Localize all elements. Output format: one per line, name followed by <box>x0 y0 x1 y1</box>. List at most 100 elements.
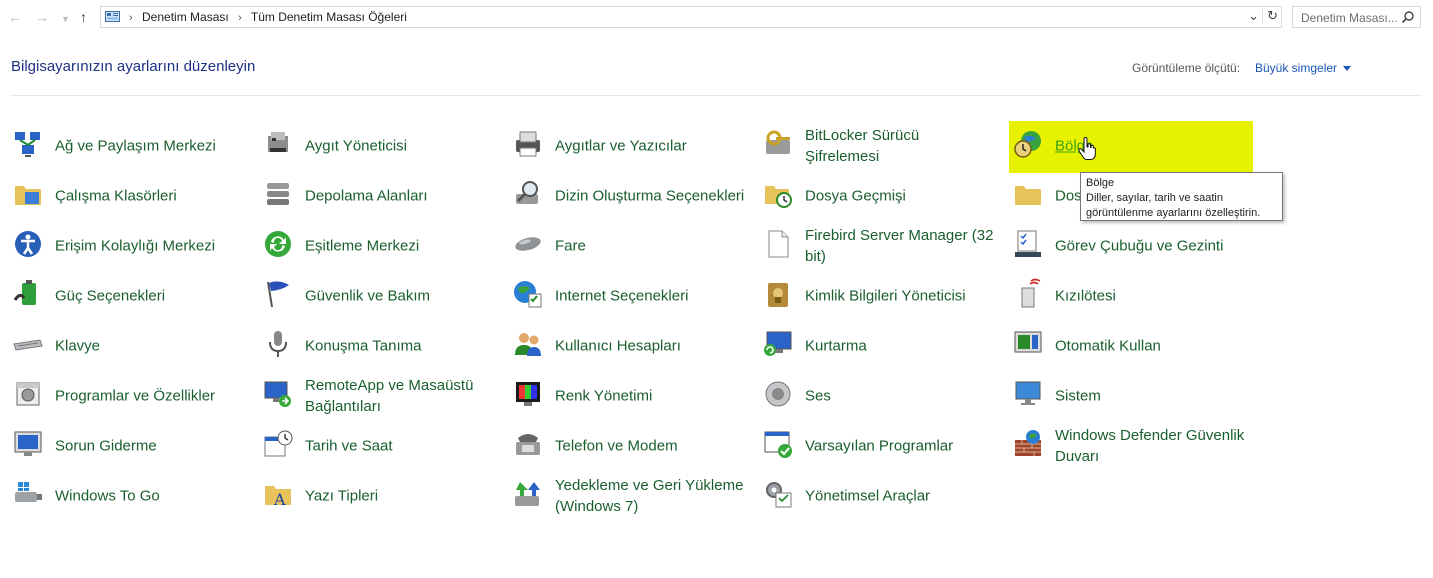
back-arrow-icon[interactable]: ← <box>8 9 22 25</box>
folder-options-icon[interactable] <box>1012 178 1044 210</box>
control-panel-item[interactable]: BitLocker Sürücü Şifrelemesi <box>762 124 1002 168</box>
control-panel-item[interactable]: Kimlik Bilgileri Yöneticisi <box>762 274 1002 318</box>
firewall-icon[interactable] <box>1012 428 1044 460</box>
control-panel-item-label[interactable]: Ağ ve Paylaşım Merkezi <box>55 136 245 157</box>
windows-to-go-icon[interactable] <box>12 478 44 510</box>
control-panel-item[interactable]: Aygıt Yöneticisi <box>262 124 502 168</box>
control-panel-item[interactable]: A Yazı Tipleri <box>262 474 502 518</box>
backup-icon[interactable] <box>512 478 544 510</box>
control-panel-item-label[interactable]: Yedekleme ve Geri Yükleme (Windows 7) <box>555 475 745 517</box>
control-panel-item[interactable]: Windows To Go <box>12 474 252 518</box>
indexing-icon[interactable] <box>512 178 544 210</box>
control-panel-item[interactable]: RemoteApp ve Masaüstü Bağlantıları <box>262 374 502 418</box>
storage-spaces-icon[interactable] <box>262 178 294 210</box>
control-panel-item-label[interactable]: Aygıtlar ve Yazıcılar <box>555 136 745 157</box>
control-panel-item-label[interactable]: Fare <box>555 236 745 257</box>
bitlocker-icon[interactable] <box>762 128 794 160</box>
control-panel-item-label[interactable]: Depolama Alanları <box>305 186 495 207</box>
control-panel-item[interactable]: Kurtarma <box>762 324 1002 368</box>
control-panel-item-label[interactable]: Erişim Kolaylığı Merkezi <box>55 236 245 257</box>
dropdown-caret-icon[interactable] <box>1343 66 1352 72</box>
control-panel-item-label[interactable]: Varsayılan Programlar <box>805 436 995 457</box>
control-panel-item-label[interactable]: Eşitleme Merkezi <box>305 236 495 257</box>
control-panel-item[interactable]: Varsayılan Programlar <box>762 424 1002 468</box>
internet-icon[interactable] <box>512 278 544 310</box>
control-panel-item[interactable]: Aygıtlar ve Yazıcılar <box>512 124 752 168</box>
control-panel-item[interactable]: Çalışma Klasörleri <box>12 174 252 218</box>
control-panel-item-label[interactable]: Otomatik Kullan <box>1055 336 1245 357</box>
infrared-icon[interactable] <box>1012 278 1044 310</box>
address-bar[interactable]: › Denetim Masası › Tüm Denetim Masası Öğ… <box>100 6 1282 28</box>
control-panel-item[interactable]: Internet Seçenekleri <box>512 274 752 318</box>
recovery-icon[interactable] <box>762 328 794 360</box>
speaker-icon[interactable] <box>762 378 794 410</box>
control-panel-item[interactable]: Klavye <box>12 324 252 368</box>
programs-icon[interactable] <box>12 378 44 410</box>
control-panel-item-label[interactable]: Kurtarma <box>805 336 995 357</box>
calendar-icon[interactable] <box>262 428 294 460</box>
recent-locations-chevron-icon[interactable]: ▼ <box>61 11 70 27</box>
control-panel-item-label[interactable]: Programlar ve Özellikler <box>55 386 245 407</box>
control-panel-item-label[interactable]: Windows To Go <box>55 486 245 507</box>
control-panel-item-label[interactable]: Tarih ve Saat <box>305 436 495 457</box>
control-panel-item-label[interactable]: Renk Yönetimi <box>555 386 745 407</box>
control-panel-item[interactable]: Görev Çubuğu ve Gezinti <box>1012 224 1252 268</box>
control-panel-item[interactable]: Firebird Server Manager (32 bit) <box>762 224 1002 268</box>
control-panel-item[interactable]: Konuşma Tanıma <box>262 324 502 368</box>
control-panel-item[interactable]: Dosya Geçmişi <box>762 174 1002 218</box>
control-panel-item[interactable]: Sistem <box>1012 374 1252 418</box>
control-panel-item-label[interactable]: Kimlik Bilgileri Yöneticisi <box>805 286 995 307</box>
color-management-icon[interactable] <box>512 378 544 410</box>
control-panel-item[interactable]: Erişim Kolaylığı Merkezi <box>12 224 252 268</box>
device-manager-icon[interactable] <box>262 128 294 160</box>
control-panel-item[interactable]: Depolama Alanları <box>262 174 502 218</box>
control-panel-item-label[interactable]: Güç Seçenekleri <box>55 286 245 307</box>
control-panel-item[interactable]: Dizin Oluşturma Seçenekleri <box>512 174 752 218</box>
control-panel-item[interactable]: Tarih ve Saat <box>262 424 502 468</box>
control-panel-item[interactable]: Sorun Giderme <box>12 424 252 468</box>
control-panel-item-label[interactable]: Firebird Server Manager (32 bit) <box>805 225 995 267</box>
control-panel-item[interactable]: Ağ ve Paylaşım Merkezi <box>12 124 252 168</box>
control-panel-item[interactable]: Windows Defender Güvenlik Duvarı <box>1012 424 1252 468</box>
work-folders-icon[interactable] <box>12 178 44 210</box>
microphone-icon[interactable] <box>262 328 294 360</box>
users-icon[interactable] <box>512 328 544 360</box>
control-panel-item-label[interactable]: Ses <box>805 386 995 407</box>
system-icon[interactable] <box>1012 378 1044 410</box>
remoteapp-icon[interactable] <box>262 378 294 410</box>
breadcrumb-separator-icon[interactable]: › <box>129 12 133 24</box>
mouse-icon[interactable] <box>512 228 544 260</box>
network-icon[interactable] <box>12 128 44 160</box>
forward-arrow-icon[interactable]: → <box>35 9 49 25</box>
control-panel-item[interactable]: Yönetimsel Araçlar <box>762 474 1002 518</box>
keyboard-icon[interactable] <box>12 328 44 360</box>
control-panel-item-label[interactable]: Telefon ve Modem <box>555 436 745 457</box>
view-by-value[interactable]: Büyük simgeler <box>1255 61 1337 75</box>
control-panel-item-label[interactable]: Kullanıcı Hesapları <box>555 336 745 357</box>
control-panel-item-label[interactable]: Sistem <box>1055 386 1245 407</box>
refresh-icon[interactable]: ↻ <box>1262 8 1278 24</box>
control-panel-item[interactable]: Programlar ve Özellikler <box>12 374 252 418</box>
control-panel-item-label[interactable]: Aygıt Yöneticisi <box>305 136 495 157</box>
region-icon[interactable] <box>1012 128 1044 160</box>
file-history-icon[interactable] <box>762 178 794 210</box>
document-icon[interactable] <box>762 228 794 260</box>
phone-icon[interactable] <box>512 428 544 460</box>
control-panel-item-label[interactable]: Klavye <box>55 336 245 357</box>
control-panel-item-label[interactable]: Dosya Geçmişi <box>805 186 995 207</box>
control-panel-item-label[interactable]: Dizin Oluşturma Seçenekleri <box>555 186 745 207</box>
search-box[interactable]: Denetim Masası... <box>1292 6 1421 28</box>
control-panel-item[interactable]: Otomatik Kullan <box>1012 324 1252 368</box>
control-panel-item[interactable]: Eşitleme Merkezi <box>262 224 502 268</box>
breadcrumb-separator-icon[interactable]: › <box>238 12 242 24</box>
control-panel-item-label[interactable]: Konuşma Tanıma <box>305 336 495 357</box>
control-panel-item[interactable]: Kızılötesi <box>1012 274 1252 318</box>
control-panel-item-label[interactable]: Görev Çubuğu ve Gezinti <box>1055 236 1245 257</box>
fonts-icon[interactable]: A <box>262 478 294 510</box>
control-panel-item-label[interactable]: RemoteApp ve Masaüstü Bağlantıları <box>305 375 495 417</box>
control-panel-item[interactable]: Bölge <box>1012 124 1252 168</box>
control-panel-item-label[interactable]: Yazı Tipleri <box>305 486 495 507</box>
control-panel-item-label[interactable]: Internet Seçenekleri <box>555 286 745 307</box>
troubleshoot-icon[interactable] <box>12 428 44 460</box>
power-icon[interactable] <box>12 278 44 310</box>
